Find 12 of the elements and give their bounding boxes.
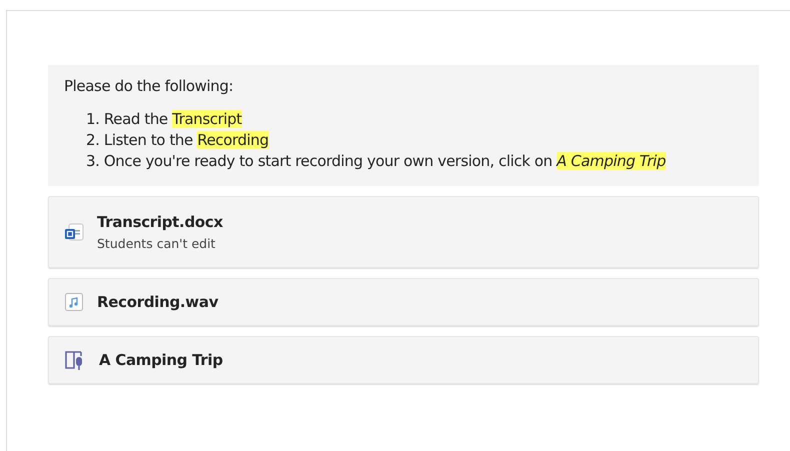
music-file-icon (63, 291, 85, 313)
attachment-card[interactable]: Transcript.docx Students can't edit (48, 196, 759, 268)
instruction-step: 2. Listen to the Recording (86, 130, 745, 151)
attachment-name: Transcript.docx (97, 213, 223, 231)
attachment-permission: Students can't edit (97, 236, 216, 251)
attachment-name: Recording.wav (97, 293, 218, 311)
word-document-icon (63, 221, 85, 243)
attachment-card[interactable]: A Camping Trip (48, 336, 759, 384)
attachment-name: A Camping Trip (99, 351, 223, 369)
instruction-step: 1. Read the Transcript (86, 109, 745, 130)
attachment-card[interactable]: Recording.wav (48, 278, 759, 326)
instructions-intro: Please do the following: (64, 77, 234, 95)
